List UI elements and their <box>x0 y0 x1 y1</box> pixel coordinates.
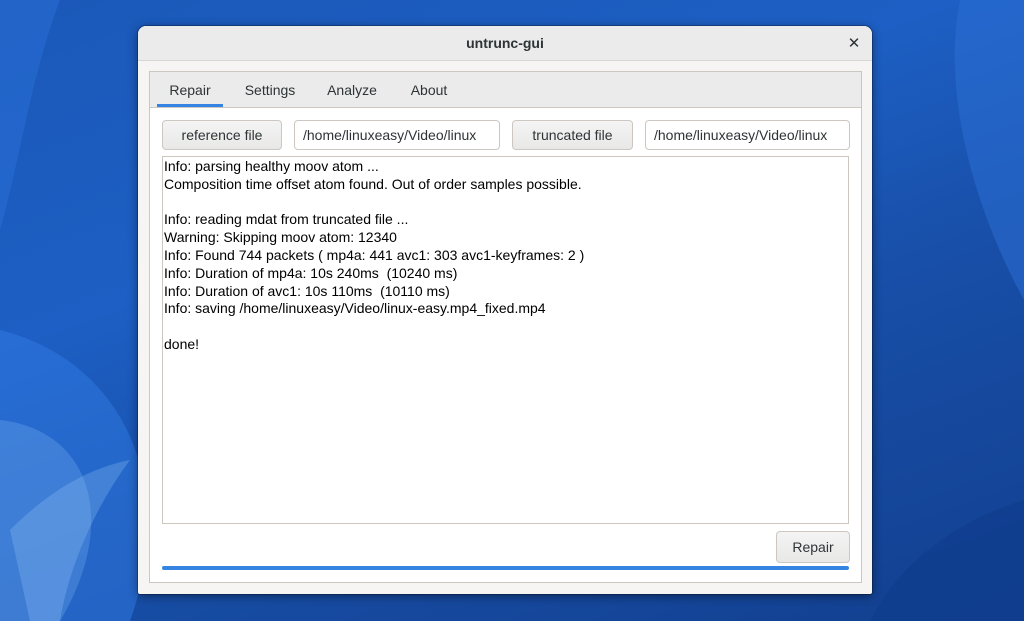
log-line: Warning: Skipping moov atom: 12340 <box>164 229 397 246</box>
log-line: Info: Duration of mp4a: 10s 240ms (10240… <box>164 264 458 281</box>
log-line: done! <box>164 335 200 352</box>
tab-analyze[interactable]: Analyze <box>316 72 388 107</box>
tab-settings[interactable]: Settings <box>232 72 308 107</box>
window-title: untrunc-gui <box>466 35 544 51</box>
truncated-file-path-field[interactable]: /home/linuxeasy/Video/linux <box>645 120 850 150</box>
log-line: Info: Duration of avc1: 10s 110ms (10110… <box>164 282 450 299</box>
log-line: Info: saving /home/linuxeasy/Video/linux… <box>164 300 546 317</box>
log-output[interactable]: Info: parsing healthy moov atom ... Compo… <box>162 156 849 524</box>
tab-bar: Repair Settings Analyze About <box>150 72 861 108</box>
log-line: Info: reading mdat from truncated file .… <box>164 211 409 228</box>
log-line: Composition time offset atom found. Out … <box>164 175 582 192</box>
progress-bar-fill <box>162 566 849 570</box>
tab-about[interactable]: About <box>400 72 458 107</box>
reference-file-path-field[interactable]: /home/linuxeasy/Video/linux <box>294 120 500 150</box>
repair-button[interactable]: Repair <box>776 531 850 563</box>
app-window: untrunc-gui ✕ Repair Settings Analyze Ab… <box>138 26 872 594</box>
tab-repair[interactable]: Repair <box>157 72 223 107</box>
progress-bar <box>162 566 849 570</box>
close-icon[interactable]: ✕ <box>844 33 864 53</box>
log-line: Info: parsing healthy moov atom ... <box>164 158 379 174</box>
reference-file-button[interactable]: reference file <box>162 120 282 150</box>
truncated-file-button[interactable]: truncated file <box>512 120 633 150</box>
tab-panel: Repair Settings Analyze About reference … <box>149 71 862 583</box>
title-bar[interactable]: untrunc-gui ✕ <box>138 26 872 61</box>
log-line: Info: Found 744 packets ( mp4a: 441 avc1… <box>164 246 585 263</box>
